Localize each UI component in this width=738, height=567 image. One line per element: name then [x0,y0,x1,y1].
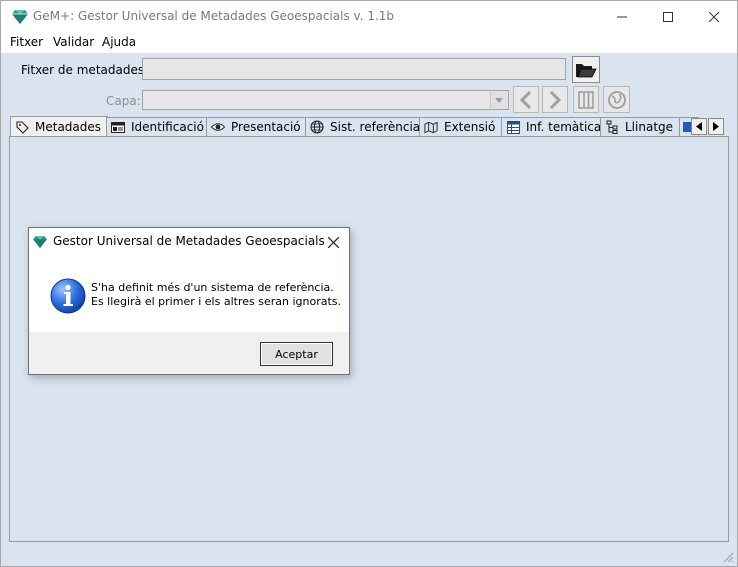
tag-icon [15,120,29,134]
close-icon [709,12,719,22]
tab-metadades[interactable]: Metadades [10,116,108,137]
tab-llinatge[interactable]: Llinatge [600,117,680,136]
tab-label: Metadades [35,120,102,134]
map-icon [424,120,438,134]
resize-grip-icon[interactable] [723,552,734,563]
tab-label: Identificació [131,120,204,134]
open-file-button[interactable] [572,56,600,83]
message-dialog: Gestor Universal de Metadades Geoespacia… [28,227,350,375]
tab-presentacio[interactable]: Presentació [206,117,306,136]
tab-sist-referencia[interactable]: Sist. referència [305,117,420,136]
tab-extensio[interactable]: Extensió [419,117,502,136]
previous-layer-button[interactable] [513,86,539,113]
chevron-left-icon [519,90,532,109]
layer-dropdown-button[interactable] [490,92,507,108]
dialog-message: S'ha definit més d'un sistema de referèn… [91,281,341,309]
tab-identificacio[interactable]: Identificació [106,117,207,136]
info-icon [50,278,86,314]
menu-ajuda[interactable]: Ajuda [102,35,136,49]
status-bar [1,546,737,566]
dialog-close-button[interactable] [323,232,343,252]
main-window: GeM+: Gestor Universal de Metadades Geoe… [0,0,738,567]
tree-icon [605,120,619,134]
table-icon [506,120,520,134]
dialog-message-line1: S'ha definit més d'un sistema de referèn… [91,281,334,294]
tab-scroll-right-button[interactable] [708,118,724,135]
columns-icon [578,90,594,109]
file-label: Fitxer de metadades: [21,63,149,77]
menu-validar[interactable]: Validar [53,35,94,49]
tab-label: Extensió [444,120,496,134]
chevron-right-icon [549,90,562,109]
tab-label: Sist. referència [330,120,421,134]
folder-open-icon [576,63,597,77]
title-bar: GeM+: Gestor Universal de Metadades Geoe… [1,1,737,33]
globe-icon [607,90,626,109]
ok-button[interactable]: Aceptar [260,342,333,366]
columns-button[interactable] [573,86,599,113]
tab-scroll-left-button[interactable] [691,118,707,135]
window-title: GeM+: Gestor Universal de Metadades Geoe… [33,9,395,23]
close-icon [327,236,339,248]
next-layer-button[interactable] [542,86,568,113]
tab-inf-tematica[interactable]: Inf. temàtica [501,117,601,136]
dialog-message-line2: Es llegirà el primer i els altres seran … [91,295,342,308]
tab-label: Llinatge [625,120,674,134]
tab-label: Presentació [231,120,301,134]
gem-icon [33,236,47,248]
tab-label: Inf. temàtica [526,120,602,134]
layer-select[interactable] [142,90,509,110]
arrow-left-icon [696,122,702,131]
maximize-button[interactable] [645,1,691,33]
tab-strip: Metadades Identificació Presentació Sist… [9,116,731,137]
minimize-icon [617,16,627,18]
file-field[interactable] [142,58,566,80]
minimize-button[interactable] [599,1,645,33]
close-button[interactable] [691,1,737,33]
menu-bar: Fitxer Validar Ajuda [1,33,737,53]
id-card-icon [111,120,125,134]
dialog-footer: Aceptar [29,332,349,374]
globe-button[interactable] [603,86,630,113]
maximize-icon [663,12,673,22]
chevron-down-icon [495,97,503,103]
globe-icon [310,120,324,134]
arrow-right-icon [713,122,719,131]
dialog-title: Gestor Universal de Metadades Geoespacia… [53,234,325,248]
eye-icon [211,120,225,134]
gem-icon [12,10,28,24]
layer-label: Capa: [106,94,141,108]
menu-fitxer[interactable]: Fitxer [10,35,43,49]
